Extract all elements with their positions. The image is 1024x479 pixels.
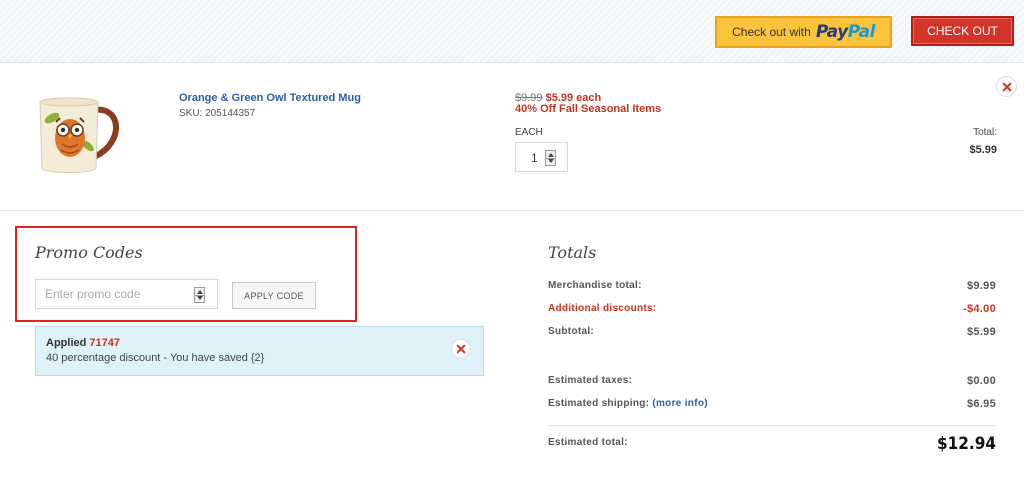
estimated-taxes-value: $0.00 <box>966 375 996 387</box>
applied-promo-notice: Applied 71747 40 percentage discount - Y… <box>35 326 484 376</box>
subtotal-value: $5.99 <box>966 326 996 338</box>
checkout-button[interactable]: CHECK OUT <box>911 16 1014 46</box>
spinner-down-icon[interactable] <box>197 296 203 300</box>
applied-promo-heading: Applied 71747 <box>46 337 120 349</box>
close-icon <box>452 340 470 358</box>
paypal-checkout-button[interactable]: Check out with PayPal <box>715 16 892 48</box>
product-image[interactable] <box>30 94 126 178</box>
promo-code-input[interactable] <box>35 279 218 309</box>
cart-item-row: Orange & Green Owl Textured Mug SKU: 205… <box>0 64 1024 211</box>
spinner-up-icon[interactable] <box>197 290 203 294</box>
totals-divider <box>548 425 996 426</box>
estimated-shipping-row: Estimated shipping: (more info) $6.95 <box>548 398 996 410</box>
decrease-arrow-icon[interactable] <box>548 159 554 163</box>
promo-input-spinner-icon[interactable] <box>194 287 205 303</box>
additional-discounts-row: Additional discounts: -$4.00 <box>548 303 996 315</box>
estimated-total-value: $12.94 <box>936 434 996 454</box>
paypal-button-label: Check out with <box>732 25 811 39</box>
quantity-stepper[interactable]: 1 <box>515 142 568 172</box>
product-sku: SKU: 205144357 <box>179 108 256 119</box>
item-total-value: $5.99 <box>969 144 997 156</box>
increase-arrow-icon[interactable] <box>548 153 554 157</box>
item-total-label: Total: <box>973 127 997 138</box>
product-name-link[interactable]: Orange & Green Owl Textured Mug <box>179 92 361 104</box>
applied-promo-message: 40 percentage discount - You have saved … <box>46 352 265 364</box>
remove-promo-button[interactable] <box>451 339 471 359</box>
applied-promo-code: 71747 <box>89 337 120 349</box>
merchandise-total-value: $9.99 <box>966 280 996 292</box>
additional-discounts-value: -$4.00 <box>963 303 996 315</box>
estimated-shipping-value: $6.95 <box>966 398 996 410</box>
quantity-value[interactable]: 1 <box>531 151 538 165</box>
subtotal-row: Subtotal: $5.99 <box>548 326 996 338</box>
cart-header-bar: Check out with PayPal CHECK OUT <box>0 0 1024 63</box>
remove-item-button[interactable] <box>996 76 1017 97</box>
shipping-more-info-link[interactable]: (more info) <box>652 398 708 409</box>
estimated-total-row: Estimated total: <box>548 437 628 448</box>
totals-title: Totals <box>548 243 597 262</box>
close-icon <box>997 77 1016 96</box>
quantity-spinner-icon[interactable] <box>545 150 556 166</box>
quantity-label: EACH <box>515 127 543 138</box>
seasonal-promo-note: 40% Off Fall Seasonal Items <box>515 103 662 115</box>
apply-code-button[interactable]: APPLY CODE <box>232 282 316 309</box>
paypal-logo: PayPal <box>815 22 876 42</box>
merchandise-total-row: Merchandise total: $9.99 <box>548 280 996 292</box>
estimated-taxes-row: Estimated taxes: $0.00 <box>548 375 996 387</box>
promo-codes-title: Promo Codes <box>35 243 143 262</box>
